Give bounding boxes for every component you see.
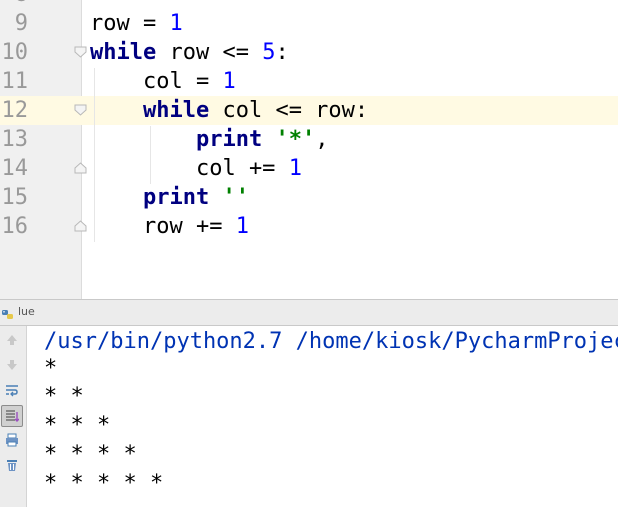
code-token: : [275, 40, 289, 65]
down-arrow-icon[interactable] [1, 355, 23, 377]
console-line: * * * * [44, 442, 137, 467]
code-token: col <= row: [209, 98, 369, 123]
code-token-keyword: while [90, 40, 157, 65]
code-token-keyword: print [195, 127, 263, 152]
code-token-number: 1 [235, 214, 249, 239]
code-token-string: '*' [275, 127, 316, 152]
code-token: col = [90, 69, 223, 94]
line-number: 8 [0, 0, 28, 9]
indent-guide [150, 126, 151, 184]
code-line-13[interactable]: 13 print '*', [0, 125, 618, 154]
fold-end-icon[interactable] [74, 162, 87, 174]
console-line: * * * [44, 413, 111, 438]
code-token-number: 1 [222, 69, 236, 94]
code-line-10[interactable]: 10 while row <= 5: [0, 38, 618, 67]
code-token-number: 1 [169, 11, 183, 36]
line-number: 14 [1, 156, 29, 181]
code-text[interactable]: row += 1 [90, 212, 249, 241]
python-run-icon [1, 306, 15, 325]
line-number: 15 [1, 185, 29, 210]
code-text[interactable]: col = 1 [90, 67, 236, 96]
code-line-8[interactable]: 8 [0, 0, 618, 9]
console-line: * * [44, 384, 84, 409]
code-token: , [315, 127, 329, 152]
code-line-12-current[interactable]: 12 while col <= row: [0, 96, 618, 125]
code-token-number: 5 [262, 40, 276, 65]
print-icon[interactable] [1, 430, 23, 452]
code-lines: 8 9 row = 1 10 while row <= 5: 11 col = … [0, 0, 618, 241]
fold-end-icon[interactable] [74, 220, 87, 232]
code-text[interactable]: row = 1 [90, 9, 183, 38]
code-line-15[interactable]: 15 print '' [0, 183, 618, 212]
code-line-9[interactable]: 9 row = 1 [0, 9, 618, 38]
scroll-to-end-icon[interactable] [1, 405, 23, 427]
code-text[interactable]: while col <= row: [90, 96, 368, 125]
fold-collapse-icon[interactable] [74, 46, 87, 58]
code-token-keyword: while [142, 98, 210, 123]
line-number: 9 [14, 11, 28, 36]
soft-wrap-icon[interactable] [1, 380, 23, 402]
run-config-name[interactable]: lue [18, 305, 35, 318]
code-token-string: '' [222, 185, 249, 210]
run-toolbar [0, 326, 27, 507]
code-token: row <= [156, 40, 263, 65]
code-token-keyword: print [142, 185, 210, 210]
line-number: 11 [1, 69, 29, 94]
code-line-14[interactable]: 14 col += 1 [0, 154, 618, 183]
code-editor[interactable]: 8 9 row = 1 10 while row <= 5: 11 col = … [0, 0, 618, 299]
console-line: * [44, 356, 58, 381]
code-text[interactable]: while row <= 5: [90, 38, 289, 67]
line-number: 16 [1, 214, 29, 239]
code-token-number: 1 [288, 156, 302, 181]
console-output[interactable]: /usr/bin/python2.7 /home/kiosk/PycharmPr… [27, 326, 618, 507]
code-token: col += [90, 156, 289, 181]
code-text[interactable]: print '' [90, 183, 249, 212]
line-number: 10 [1, 40, 29, 65]
code-line-11[interactable]: 11 col = 1 [0, 67, 618, 96]
up-arrow-icon[interactable] [1, 330, 23, 352]
code-token: row = [90, 11, 170, 36]
line-number: 12 [1, 98, 29, 123]
run-panel-header[interactable]: lue [0, 299, 618, 326]
code-text[interactable]: col += 1 [90, 154, 302, 183]
code-token: row += [90, 214, 236, 239]
indent-guide [94, 68, 95, 242]
code-text[interactable]: print '*', [90, 125, 328, 154]
code-line-16[interactable]: 16 row += 1 [0, 212, 618, 241]
fold-collapse-icon[interactable] [74, 104, 87, 116]
trash-icon[interactable] [1, 455, 23, 477]
console-command-line: /usr/bin/python2.7 /home/kiosk/PycharmPr… [44, 329, 618, 354]
line-number: 13 [1, 127, 29, 152]
console-line: * * * * * [44, 471, 164, 496]
